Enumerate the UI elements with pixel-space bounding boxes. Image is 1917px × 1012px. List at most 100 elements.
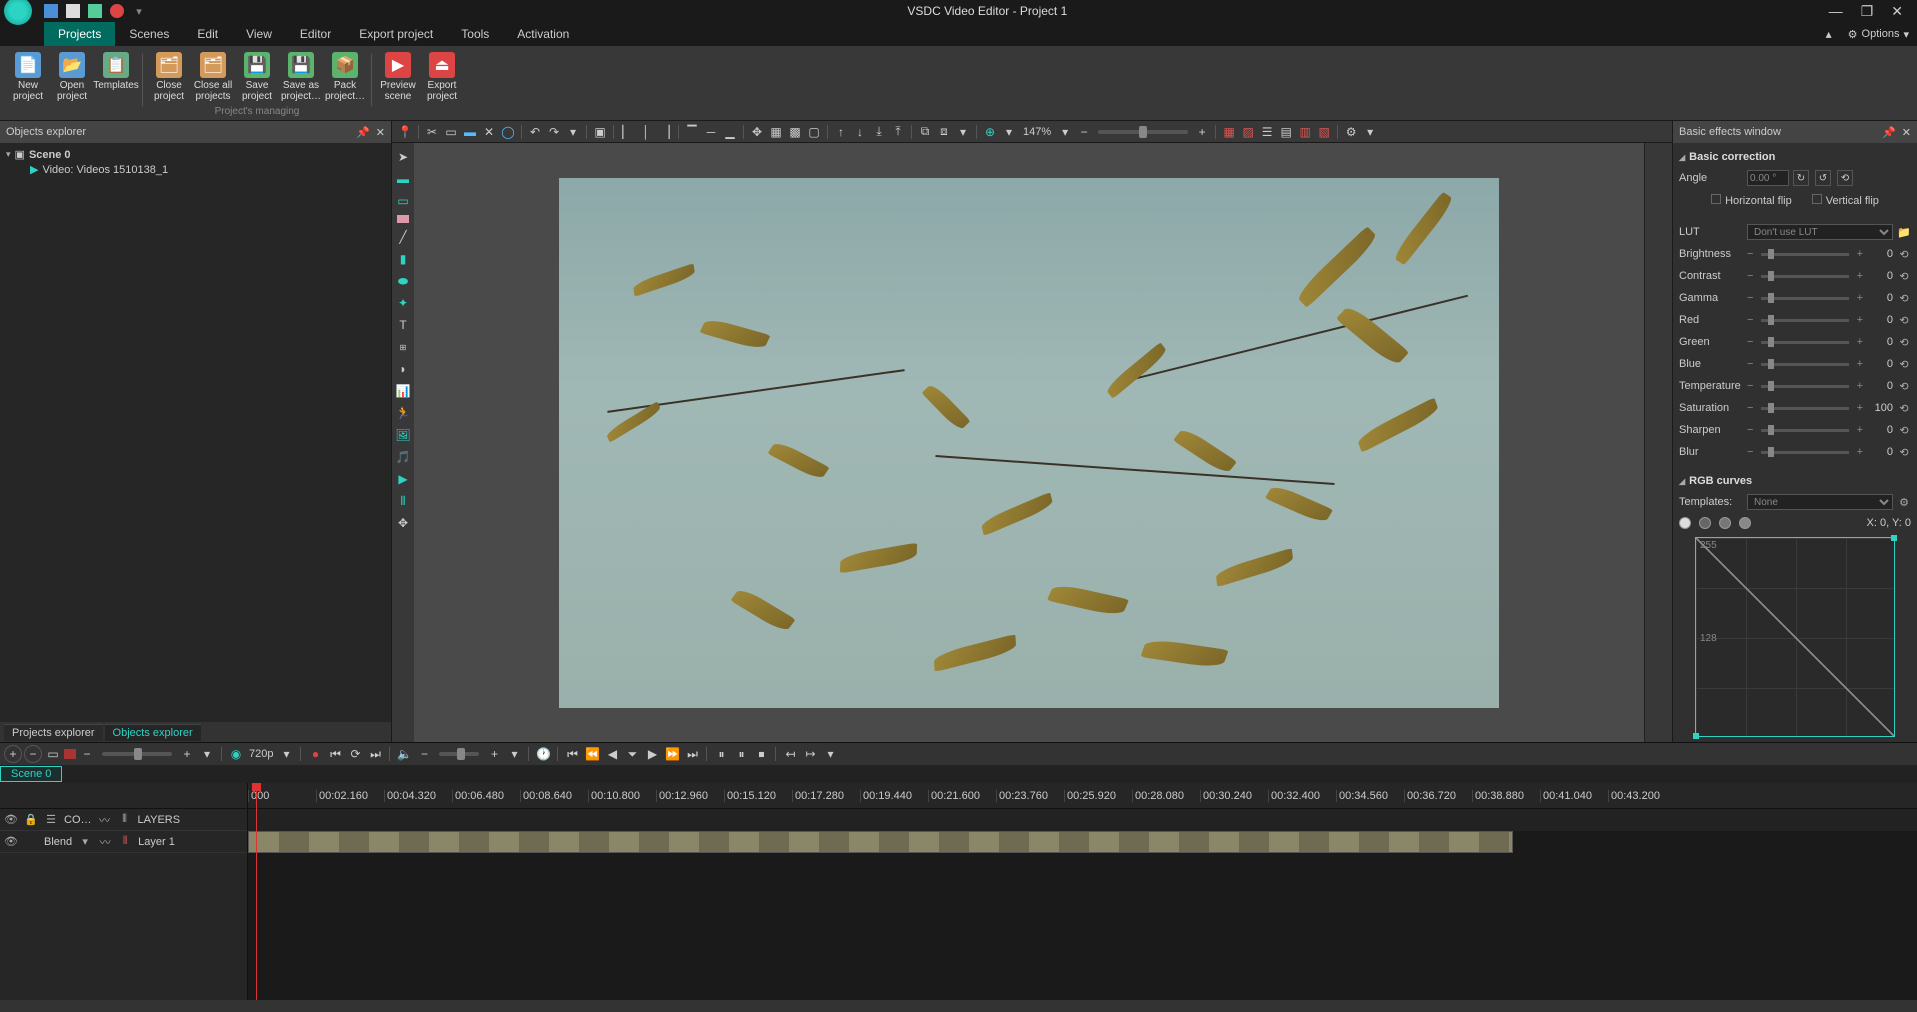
lut-browse-icon[interactable]: 📁	[1897, 226, 1911, 239]
qa-open-icon[interactable]	[66, 4, 80, 18]
menu-export[interactable]: Export project	[345, 22, 447, 46]
qa-new-icon[interactable]	[44, 4, 58, 18]
menu-edit[interactable]: Edit	[183, 22, 232, 46]
tl-res-icon[interactable]: ◉	[227, 745, 245, 763]
to-top-icon[interactable]: ⤒	[889, 123, 907, 141]
tl-resolution[interactable]: 720p	[247, 748, 275, 760]
tl-remove-icon[interactable]: −	[24, 745, 42, 763]
line-tool-icon[interactable]: ╱	[395, 229, 411, 245]
vflip-checkbox[interactable]	[1812, 194, 1822, 204]
more-icon[interactable]: ▾	[954, 123, 972, 141]
curve-point-start[interactable]	[1693, 733, 1699, 739]
curve-point-end[interactable]	[1891, 535, 1897, 541]
tl-next-icon[interactable]: ⏩	[663, 745, 681, 763]
collapse-icon[interactable]: ▾	[6, 149, 11, 160]
align-bottom-icon[interactable]: ▁	[721, 123, 739, 141]
wide-rect-tool-icon[interactable]: ▭	[395, 193, 411, 209]
undo-dropdown-icon[interactable]: ▾	[564, 123, 582, 141]
to-bottom-icon[interactable]: ⤓	[870, 123, 888, 141]
tl-loop-icon[interactable]: ⟳	[346, 745, 364, 763]
rect-tool-icon[interactable]: ▬	[395, 171, 411, 187]
image-tool-icon[interactable]: 🖼	[395, 427, 411, 443]
saturation-reset-icon[interactable]: ⟲	[1897, 402, 1911, 415]
section-rgb-curves[interactable]: RGB curves	[1679, 471, 1911, 491]
pointer-tool-icon[interactable]: ➤	[395, 149, 411, 165]
menu-view[interactable]: View	[232, 22, 286, 46]
color-tool-icon[interactable]	[397, 215, 409, 223]
brightness-reset-icon[interactable]: ⟲	[1897, 248, 1911, 261]
tl-next-key-icon[interactable]: ⏭	[683, 745, 701, 763]
gamma-reset-icon[interactable]: ⟲	[1897, 292, 1911, 305]
saturation-slider[interactable]	[1761, 407, 1848, 410]
video-preview[interactable]	[559, 178, 1499, 708]
red-slider[interactable]	[1761, 319, 1848, 322]
tl-jump-right-icon[interactable]: ↦	[801, 745, 819, 763]
viewer-settings-icon[interactable]: ⚙	[1342, 123, 1360, 141]
video-tool-icon[interactable]: ▶	[395, 471, 411, 487]
layers-icon[interactable]: ▤	[1277, 123, 1295, 141]
temperature-reset-icon[interactable]: ⟲	[1897, 380, 1911, 393]
save-as-button[interactable]: 💾Save asproject…	[279, 50, 323, 104]
open-project-button[interactable]: 📂Openproject	[50, 50, 94, 104]
zoom-out-icon[interactable]: −	[1075, 123, 1093, 141]
copy-icon[interactable]: ▭	[442, 123, 460, 141]
tl-loop-c-icon[interactable]: ⏹	[752, 745, 770, 763]
angle-input[interactable]	[1747, 170, 1789, 186]
channel-green[interactable]	[1719, 517, 1731, 529]
pin-icon[interactable]: 📌	[1882, 126, 1896, 139]
tl-vol-down-icon[interactable]: −	[415, 745, 433, 763]
text-tool-icon[interactable]: T	[395, 317, 411, 333]
align-left-icon[interactable]: ▏	[618, 123, 636, 141]
lut-select[interactable]: Don't use LUT	[1747, 224, 1893, 240]
tl-zoom-dropdown-icon[interactable]: ▾	[198, 745, 216, 763]
tl-add-icon[interactable]: +	[4, 745, 22, 763]
menu-tools[interactable]: Tools	[447, 22, 503, 46]
blue-slider[interactable]	[1761, 363, 1848, 366]
tl-jump-left-icon[interactable]: ↤	[781, 745, 799, 763]
group-icon[interactable]: ⧉	[916, 123, 934, 141]
zoom-fit-icon[interactable]: ⊕	[981, 123, 999, 141]
brightness-slider[interactable]	[1761, 253, 1848, 256]
preview-scene-button[interactable]: ▶Previewscene	[376, 50, 420, 104]
viewport-scrollbar[interactable]	[1644, 143, 1656, 742]
zoom-dropdown-icon[interactable]: ▾	[1000, 123, 1018, 141]
tl-zoom-out-icon[interactable]: −	[78, 745, 96, 763]
channel-all[interactable]	[1679, 517, 1691, 529]
slider-plus-icon[interactable]: +	[1857, 292, 1863, 304]
tl-play-icon[interactable]: ▶	[643, 745, 661, 763]
viewer-settings-dropdown-icon[interactable]: ▾	[1361, 123, 1379, 141]
eye-icon[interactable]: 👁	[4, 835, 18, 848]
crop-icon[interactable]: ▣	[591, 123, 609, 141]
zoom-slider[interactable]	[1098, 130, 1188, 134]
tl-jump-dropdown-icon[interactable]: ▾	[821, 745, 839, 763]
qa-dropdown-icon[interactable]: ▾	[132, 4, 146, 18]
blur-reset-icon[interactable]: ⟲	[1897, 446, 1911, 459]
menu-scenes[interactable]: Scenes	[115, 22, 183, 46]
slider-plus-icon[interactable]: +	[1857, 358, 1863, 370]
zoom-dropdown2-icon[interactable]: ▾	[1056, 123, 1074, 141]
snap-icon[interactable]: ▥	[1296, 123, 1314, 141]
slider-minus-icon[interactable]: −	[1747, 248, 1753, 260]
tree-node-scene[interactable]: ▾ ▣ Scene 0	[6, 147, 385, 162]
save-project-button[interactable]: 💾Saveproject	[235, 50, 279, 104]
rotate-cw-icon[interactable]: ↻	[1793, 170, 1809, 186]
pack-project-button[interactable]: 📦Packproject…	[323, 50, 367, 104]
spectrum-tool-icon[interactable]: ⦀	[395, 493, 411, 509]
slider-minus-icon[interactable]: −	[1747, 446, 1753, 458]
green-slider[interactable]	[1761, 341, 1848, 344]
ruler-tool-icon[interactable]: ⊞	[395, 339, 411, 355]
green-reset-icon[interactable]: ⟲	[1897, 336, 1911, 349]
rotate-ccw-icon[interactable]: ↺	[1815, 170, 1831, 186]
slider-plus-icon[interactable]: +	[1857, 380, 1863, 392]
align-middle-icon[interactable]: ─	[702, 123, 720, 141]
lock-icon[interactable]: 🔒	[24, 813, 38, 826]
tl-go-last-icon[interactable]: ⏭	[366, 745, 384, 763]
bars-icon[interactable]: ⦀	[118, 813, 132, 826]
motion-tool-icon[interactable]: 🏃	[395, 405, 411, 421]
tl-clock-icon[interactable]: 🕐	[534, 745, 552, 763]
arrow-down-icon[interactable]: ↓	[851, 123, 869, 141]
panel-close-icon[interactable]: ✕	[376, 126, 385, 139]
rgb-curve-editor[interactable]: 255 128	[1695, 537, 1895, 737]
undo-icon[interactable]: ↶	[526, 123, 544, 141]
pin-icon[interactable]: 📍	[396, 123, 414, 141]
